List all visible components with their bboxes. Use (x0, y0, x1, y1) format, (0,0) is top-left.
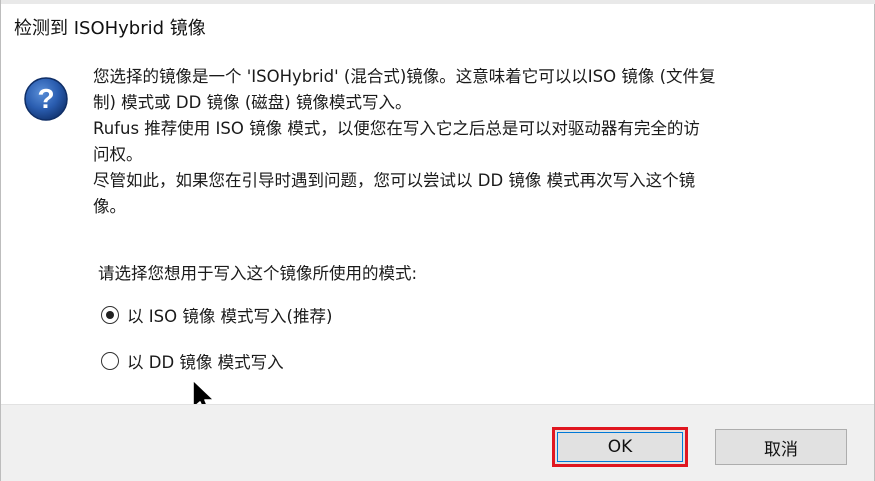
button-bar: OK 取消 (1, 404, 874, 481)
radio-button-iso[interactable] (101, 306, 119, 324)
message-line: 问权。 (93, 145, 143, 164)
ok-button[interactable]: OK (552, 427, 688, 467)
message-line: 尽管如此，如果您在引导时遇到问题，您可以尝试以 DD 镜像 模式再次写入这个镜 (93, 171, 696, 190)
iso-hybrid-dialog: 检测到 ISOHybrid 镜像 ? 您选择的镜像是一个 'ISOHybrid'… (0, 0, 875, 481)
mode-prompt: 请选择您想用于写入这个镜像所使用的模式: (98, 264, 418, 283)
radio-label-dd: 以 DD 镜像 模式写入 (127, 353, 284, 372)
message-text: 您选择的镜像是一个 'ISOHybrid' (混合式)镜像。这意味着它可以以IS… (93, 64, 843, 220)
message-line: 您选择的镜像是一个 'ISOHybrid' (混合式)镜像。这意味着它可以以IS… (93, 67, 716, 86)
ok-button-label: OK (557, 432, 683, 462)
message-line: Rufus 推荐使用 ISO 镜像 模式，以便您在写入它之后总是可以对驱动器有完… (93, 119, 700, 138)
message-line: 制) 模式或 DD 镜像 (磁盘) 镜像模式写入。 (93, 93, 412, 112)
radio-option-dd[interactable]: 以 DD 镜像 模式写入 (101, 348, 284, 374)
radio-button-dd[interactable] (101, 352, 119, 370)
radio-option-iso[interactable]: 以 ISO 镜像 模式写入(推荐) (101, 302, 332, 328)
message-line: 像。 (93, 197, 126, 216)
top-edge (1, 0, 875, 4)
svg-text:?: ? (37, 83, 54, 114)
question-icon: ? (24, 77, 68, 121)
radio-label-iso: 以 ISO 镜像 模式写入(推荐) (127, 307, 333, 326)
dialog-title: 检测到 ISOHybrid 镜像 (14, 18, 206, 39)
cancel-button[interactable]: 取消 (715, 429, 847, 465)
